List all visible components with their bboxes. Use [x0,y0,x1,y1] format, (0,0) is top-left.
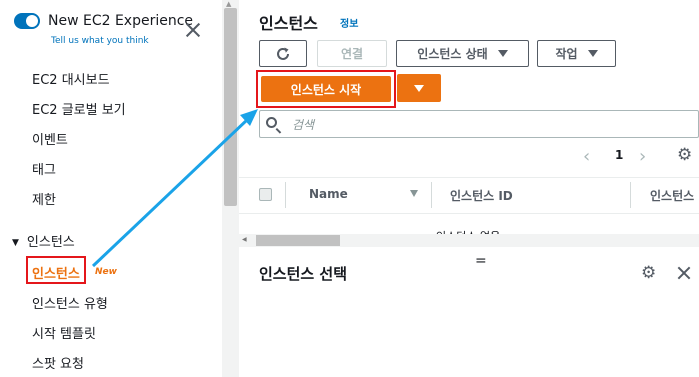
current-page-number[interactable]: 1 [615,148,623,162]
sidebar-item-instances[interactable]: 인스턴스 [26,256,86,284]
table-horizontal-scrollbar[interactable]: ◀ [239,234,699,247]
info-link[interactable]: 정보 [340,15,358,30]
launch-options-dropdown[interactable] [397,74,441,102]
actions-label: 작업 [555,47,578,61]
caret-down-icon [497,50,508,57]
gear-icon[interactable]: ⚙ [641,263,656,283]
scrollbar-thumb[interactable] [224,8,237,206]
caret-down-icon [414,85,424,92]
scrollbar-thumb[interactable] [256,235,340,246]
section-label: 인스턴스 [26,235,75,250]
column-separator [431,182,432,208]
sidebar-item-ec2-dashboard[interactable]: EC2 대시보드 [32,69,110,88]
table-top-border [239,177,699,178]
column-header-name[interactable]: Name [309,187,348,201]
caret-down-icon [587,50,598,57]
sort-icon[interactable] [410,190,418,197]
next-page-icon[interactable]: › [639,146,646,167]
table-header-border [239,213,699,214]
column-separator [285,182,286,208]
main-content: 인스턴스 정보 연결 인스턴스 상태 작업 인스턴스 시작 검색 ‹ 1 › ⚙… [239,0,699,377]
instance-state-label: 인스턴스 상태 [417,47,488,61]
refresh-button[interactable] [259,40,307,67]
launch-highlight-box: 인스턴스 시작 [256,70,396,108]
experience-title: New EC2 Experience [48,13,194,29]
detail-panel-title: 인스턴스 선택 [259,265,348,283]
sidebar-section-instances[interactable]: ▼ 인스턴스 [12,231,75,250]
previous-page-icon[interactable]: ‹ [583,146,590,167]
sidebar-item-tags[interactable]: 태그 [32,159,56,178]
column-header-instance[interactable]: 인스턴스 [650,187,694,204]
feedback-link[interactable]: Tell us what you think [51,36,149,46]
caret-down-icon: ▼ [12,238,19,248]
column-header-instance-id[interactable]: 인스턴스 ID [450,187,513,204]
panel-resize-handle[interactable]: = [475,253,487,269]
sidebar-scrollbar[interactable]: ▲ [222,0,239,377]
close-icon[interactable] [184,21,202,39]
instance-state-dropdown[interactable]: 인스턴스 상태 [396,40,529,67]
sidebar-item-spot-requests[interactable]: 스팟 요청 [32,353,84,372]
column-separator [630,182,631,208]
new-experience-toggle[interactable] [14,13,40,29]
launch-instances-button[interactable]: 인스턴스 시작 [261,76,391,102]
connect-button[interactable]: 연결 [317,40,387,67]
sidebar-item-events[interactable]: 이벤트 [32,129,68,148]
scroll-up-icon[interactable]: ▲ [226,0,231,8]
gear-icon[interactable]: ⚙ [677,145,692,165]
search-icon [266,117,277,128]
scroll-left-icon[interactable]: ◀ [242,236,247,243]
new-badge: New [95,267,117,277]
sidebar-item-ec2-global-view[interactable]: EC2 글로벌 보기 [32,99,126,118]
search-placeholder: 검색 [292,118,315,132]
select-all-checkbox[interactable] [259,188,272,201]
search-input[interactable]: 검색 [259,110,699,138]
close-icon[interactable] [677,266,691,280]
page-title: 인스턴스 [259,14,318,33]
sidebar: New EC2 Experience Tell us what you thin… [0,0,222,377]
sidebar-item-launch-templates[interactable]: 시작 템플릿 [32,323,96,342]
sidebar-item-instance-types[interactable]: 인스턴스 유형 [32,293,108,312]
sidebar-item-limits[interactable]: 제한 [32,189,56,208]
refresh-icon [277,47,289,60]
actions-dropdown[interactable]: 작업 [537,40,616,67]
